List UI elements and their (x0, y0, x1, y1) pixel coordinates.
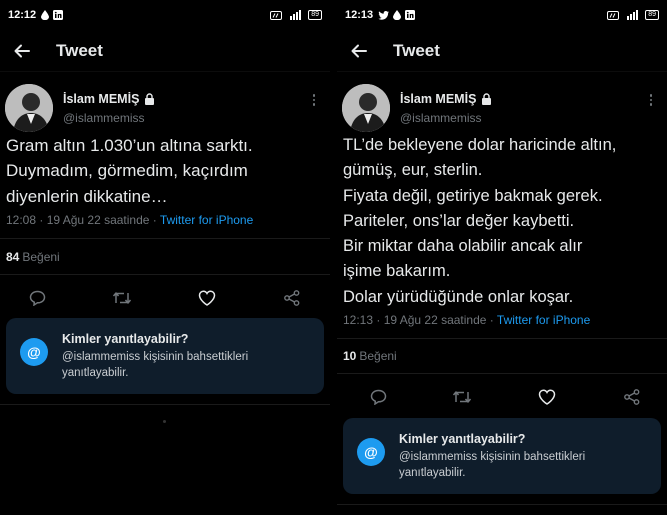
tweet-line: Bir miktar daha olabilir ancak alır (343, 237, 583, 256)
tweet-timestamp: 12:08 · 19 Ağu 22 saatinde · (6, 213, 160, 227)
display-name[interactable]: İslam MEMİŞ (63, 92, 155, 106)
username[interactable]: @islammemiss (63, 111, 145, 125)
display-name[interactable]: İslam MEMİŞ (400, 92, 492, 106)
card-description: @islammemiss kişisinin bahsettikleri yan… (399, 451, 586, 479)
linkedin-icon (405, 10, 416, 20)
tweet-line: Duymadım, görmedim, kaçırdım (6, 161, 248, 181)
tweet-source-link[interactable]: Twitter for iPhone (160, 213, 253, 227)
signal-icon (623, 10, 641, 20)
like-button[interactable] (192, 283, 222, 313)
tweet-author: İslam MEMİŞ @islammemiss (342, 80, 659, 132)
tweet-header: Tweet (0, 30, 330, 72)
heart-icon (538, 389, 556, 405)
back-button[interactable] (10, 39, 34, 63)
phone-screen-1: 12:12 89 Tweet İslam MEMİŞ @islammemiss … (0, 0, 330, 515)
status-bar: 12:12 89 (0, 0, 330, 30)
tweet-line: Pariteler, ons’lar değer kaybetti. (343, 211, 575, 230)
lock-icon (482, 93, 492, 105)
tweet-meta: 12:13 · 19 Ağu 22 saatinde · Twitter for… (343, 313, 590, 327)
divider (337, 373, 667, 374)
at-icon: @ (357, 438, 385, 466)
card-description: @islammemiss kişisinin bahsettikleri yan… (62, 351, 249, 379)
heart-icon (198, 290, 216, 306)
nfc-icon (607, 10, 620, 20)
signal-icon (286, 10, 304, 20)
page-title: Tweet (393, 40, 440, 60)
card-title: Kimler yanıtlayabilir? (62, 332, 189, 346)
water-drop-icon (41, 10, 50, 20)
tweet-actions (337, 382, 667, 412)
nfc-icon (270, 10, 283, 20)
tweet-actions (0, 283, 330, 313)
divider (0, 274, 330, 275)
arrow-left-icon (351, 44, 367, 57)
tweet-meta: 12:08 · 19 Ağu 22 saatinde · Twitter for… (6, 213, 253, 227)
like-button[interactable] (532, 382, 562, 412)
tweet-line: diyenlerin dikkatine… (6, 186, 168, 206)
username[interactable]: @islammemiss (400, 111, 482, 125)
likes-count[interactable]: 10 Beğeni (343, 349, 397, 363)
tweet-line: Dolar yürüdüğünde onlar koşar. (343, 287, 574, 306)
phone-screen-2: 12:13 89 Tweet İslam MEMİŞ @islammemiss … (337, 0, 667, 515)
more-options-button[interactable] (643, 91, 659, 109)
tweet-line: Gram altın 1.030’un altına sarktı. (6, 136, 253, 155)
divider (337, 504, 667, 505)
likes-count[interactable]: 84 Beğeni (6, 250, 60, 264)
tweet-text: Gram altın 1.030’un altına sarktı. Duyma… (6, 133, 324, 209)
twitter-icon (378, 10, 390, 20)
reply-icon (370, 389, 386, 405)
status-bar: 12:13 89 (337, 0, 667, 30)
retweet-button[interactable] (107, 283, 137, 313)
tweet-source-link[interactable]: Twitter for iPhone (497, 313, 590, 327)
back-button[interactable] (347, 39, 371, 63)
retweet-icon (452, 391, 472, 403)
divider (337, 338, 667, 339)
who-can-reply-card: @ Kimler yanıtlayabilir? @islammemiss ki… (343, 418, 661, 494)
tweet-author: İslam MEMİŞ @islammemiss (5, 80, 322, 132)
avatar[interactable] (342, 84, 390, 132)
status-time: 12:12 (8, 9, 37, 21)
more-options-button[interactable] (306, 91, 322, 109)
card-title: Kimler yanıtlayabilir? (399, 432, 526, 446)
share-button[interactable] (617, 382, 647, 412)
who-can-reply-card: @ Kimler yanıtlayabilir? @islammemiss ki… (6, 318, 324, 394)
divider (0, 404, 330, 405)
arrow-left-icon (14, 44, 30, 57)
tweet-line: gümüş, eur, sterlin. (343, 161, 483, 180)
loading-dot (163, 420, 166, 423)
reply-button[interactable] (363, 382, 393, 412)
water-drop-icon (393, 10, 402, 20)
battery-indicator: 89 (308, 10, 322, 20)
share-icon (624, 389, 640, 405)
reply-icon (29, 290, 45, 306)
at-icon: @ (20, 338, 48, 366)
tweet-line: TL’de bekleyene dolar haricinde altın, (343, 136, 617, 154)
status-time: 12:13 (345, 9, 374, 21)
share-button[interactable] (277, 283, 307, 313)
retweet-button[interactable] (447, 382, 477, 412)
retweet-icon (112, 292, 132, 304)
battery-indicator: 89 (645, 10, 659, 20)
linkedin-icon (53, 10, 64, 20)
page-title: Tweet (56, 40, 103, 60)
divider (0, 238, 330, 239)
avatar[interactable] (5, 84, 53, 132)
share-icon (284, 290, 300, 306)
tweet-line: işime bakarım. (343, 262, 451, 281)
tweet-timestamp: 12:13 · 19 Ağu 22 saatinde · (343, 313, 497, 327)
lock-icon (145, 93, 155, 105)
tweet-text: TL’de bekleyene dolar haricinde altın, g… (343, 133, 661, 310)
reply-button[interactable] (22, 283, 52, 313)
tweet-header: Tweet (337, 30, 667, 72)
tweet-line: Fiyata değil, getiriye bakmak gerek. (343, 186, 603, 205)
